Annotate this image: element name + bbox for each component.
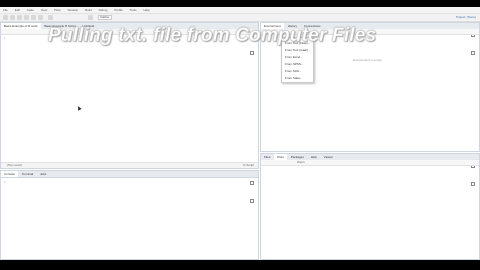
editor-statusbar: (Top Level) R Script bbox=[1, 162, 258, 168]
menu-build[interactable]: Build bbox=[85, 8, 92, 12]
tab-terminal[interactable]: Terminal bbox=[19, 171, 36, 177]
zoom-button[interactable]: Zoom bbox=[297, 160, 305, 165]
console-prompt[interactable]: > bbox=[4, 180, 6, 184]
menu-debug[interactable]: Debug bbox=[99, 8, 108, 12]
files-pane: Files Plots Packages Help Viewer Zoom bbox=[260, 153, 480, 260]
import-from-sas[interactable]: From SAS... bbox=[282, 68, 313, 75]
video-title-overlay: Pulling txt. file from Computer Files bbox=[48, 25, 377, 46]
menu-edit[interactable]: Edit bbox=[15, 8, 20, 12]
files-window-controls[interactable] bbox=[470, 155, 477, 186]
import-from-stata[interactable]: From Stata... bbox=[282, 75, 313, 82]
menu-tools[interactable]: Tools bbox=[130, 8, 137, 12]
console-window-controls[interactable] bbox=[249, 172, 256, 203]
file-type-indicator[interactable]: R Script bbox=[243, 163, 254, 168]
tab-jobs[interactable]: Jobs bbox=[37, 171, 49, 177]
scope-indicator[interactable]: (Top Level) bbox=[7, 163, 22, 167]
main-toolbar: Addins Project: (None) bbox=[0, 14, 480, 22]
line-number: 1 bbox=[4, 36, 6, 40]
print-icon[interactable] bbox=[38, 15, 43, 20]
menubar: File Edit Code View Plots Session Build … bbox=[0, 7, 480, 14]
environment-empty-message: Environment is empty bbox=[353, 58, 382, 62]
save-all-icon[interactable] bbox=[31, 15, 36, 20]
plots-toolbar: Zoom bbox=[261, 160, 479, 166]
menu-file[interactable]: File bbox=[3, 8, 8, 12]
new-file-icon[interactable] bbox=[3, 15, 8, 20]
menu-profile[interactable]: Profile bbox=[114, 8, 123, 12]
new-project-icon[interactable] bbox=[10, 15, 15, 20]
addins-dropdown[interactable]: Addins bbox=[98, 15, 112, 20]
menu-code[interactable]: Code bbox=[27, 8, 34, 12]
workspace-icon[interactable] bbox=[88, 15, 93, 20]
open-file-icon[interactable] bbox=[17, 15, 22, 20]
menu-plots[interactable]: Plots bbox=[54, 8, 61, 12]
save-icon[interactable] bbox=[24, 15, 29, 20]
import-from-excel[interactable]: From Excel... bbox=[282, 54, 313, 61]
menu-help[interactable]: Help bbox=[143, 8, 149, 12]
console-pane: Console Terminal Jobs > bbox=[0, 170, 259, 260]
import-from-text-readr[interactable]: From Text (readr)... bbox=[282, 47, 313, 54]
import-from-spss[interactable]: From SPSS... bbox=[282, 61, 313, 68]
tab-console[interactable]: Console bbox=[1, 171, 19, 177]
menu-view[interactable]: View bbox=[41, 8, 47, 12]
project-menu[interactable]: Project: (None) bbox=[456, 15, 476, 20]
console-tabbar: Console Terminal Jobs bbox=[1, 171, 258, 178]
go-to-file-icon[interactable] bbox=[48, 15, 53, 20]
environment-window-controls[interactable] bbox=[470, 24, 477, 55]
menu-session[interactable]: Session bbox=[68, 8, 79, 12]
rstudio-window: File Edit Code View Plots Session Build … bbox=[0, 7, 480, 260]
